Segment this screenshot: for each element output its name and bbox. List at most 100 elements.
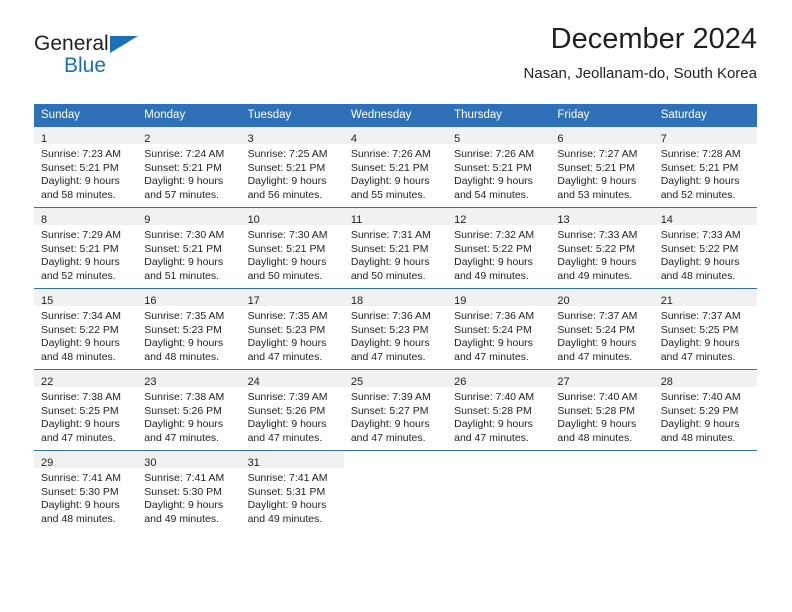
daylight-text-line2: and 47 minutes. <box>454 350 529 363</box>
sunset-text: Sunset: 5:21 PM <box>247 242 326 255</box>
sunrise-text: Sunrise: 7:27 AM <box>557 148 638 160</box>
day-number: 2 <box>144 133 151 145</box>
day-number: 19 <box>454 295 467 307</box>
day-details: Sunrise: 7:30 AM Sunset: 5:21 PM Dayligh… <box>137 225 240 283</box>
column-header-sunday: Sunday <box>34 104 138 127</box>
calendar-week-row: 15 Sunrise: 7:34 AM Sunset: 5:22 PM Dayl… <box>34 288 757 370</box>
page-subtitle: Nasan, Jeollanam-do, South Korea <box>523 65 757 82</box>
day-cell[interactable]: 28 Sunrise: 7:40 AM Sunset: 5:29 PM Dayl… <box>653 369 757 451</box>
generalblue-logo[interactable]: General Blue <box>34 32 214 88</box>
sunset-text: Sunset: 5:28 PM <box>454 404 532 417</box>
daylight-text-line1: Daylight: 9 hours <box>350 256 430 269</box>
triangle-icon <box>110 36 138 53</box>
day-number-band: 18 <box>343 289 448 307</box>
day-number-band: 22 <box>34 370 138 388</box>
day-details: Sunrise: 7:41 AM Sunset: 5:30 PM Dayligh… <box>34 468 137 526</box>
daylight-text-line2: and 56 minutes. <box>247 188 323 201</box>
day-cell[interactable]: 2 Sunrise: 7:24 AM Sunset: 5:21 PM Dayli… <box>137 126 241 208</box>
day-number-band: 15 <box>34 289 138 307</box>
day-number: 18 <box>350 295 364 307</box>
title-block: December 2024 Nasan, Jeollanam-do, South… <box>524 22 757 84</box>
day-cell[interactable]: 31 Sunrise: 7:41 AM Sunset: 5:31 PM Dayl… <box>240 450 344 531</box>
daylight-text-line1: Daylight: 9 hours <box>660 175 740 188</box>
sunrise-text: Sunrise: 7:28 AM <box>660 148 741 160</box>
sunrise-text: Sunrise: 7:23 AM <box>41 148 121 160</box>
day-cell[interactable]: 4 Sunrise: 7:26 AM Sunset: 5:21 PM Dayli… <box>343 126 448 208</box>
calendar-week-row: 22 Sunrise: 7:38 AM Sunset: 5:25 PM Dayl… <box>34 369 757 451</box>
day-cell[interactable]: 12 Sunrise: 7:32 AM Sunset: 5:22 PM Dayl… <box>447 207 551 289</box>
sunset-text: Sunset: 5:26 PM <box>144 404 222 417</box>
day-number: 20 <box>557 295 570 307</box>
sunset-text: Sunset: 5:21 PM <box>144 161 222 174</box>
day-number: 15 <box>41 295 54 307</box>
sunset-text: Sunset: 5:21 PM <box>247 161 326 174</box>
day-number-band: 23 <box>137 370 241 388</box>
day-cell[interactable]: 22 Sunrise: 7:38 AM Sunset: 5:25 PM Dayl… <box>34 369 138 451</box>
column-header-friday: Friday <box>550 104 654 127</box>
day-cell[interactable]: 5 Sunrise: 7:26 AM Sunset: 5:21 PM Dayli… <box>447 126 551 208</box>
day-cell[interactable]: 6 Sunrise: 7:27 AM Sunset: 5:21 PM Dayli… <box>550 126 654 208</box>
day-details: Sunrise: 7:37 AM Sunset: 5:25 PM Dayligh… <box>654 306 757 364</box>
column-header-wednesday: Wednesday <box>343 104 448 127</box>
day-cell[interactable]: 18 Sunrise: 7:36 AM Sunset: 5:23 PM Dayl… <box>343 288 448 370</box>
daylight-text-line1: Daylight: 9 hours <box>41 337 120 350</box>
day-number-band: 6 <box>550 127 654 145</box>
daylight-text-line1: Daylight: 9 hours <box>41 175 120 188</box>
day-details: Sunrise: 7:29 AM Sunset: 5:21 PM Dayligh… <box>34 225 137 283</box>
day-number: 10 <box>247 214 260 226</box>
day-details: Sunrise: 7:23 AM Sunset: 5:21 PM Dayligh… <box>34 144 137 202</box>
day-cell[interactable]: 1 Sunrise: 7:23 AM Sunset: 5:21 PM Dayli… <box>34 126 138 208</box>
day-number-band: 28 <box>653 370 757 388</box>
day-details: Sunrise: 7:33 AM Sunset: 5:22 PM Dayligh… <box>550 225 653 283</box>
daylight-text-line2: and 50 minutes. <box>350 269 426 282</box>
day-cell-empty <box>653 450 757 531</box>
day-cell[interactable]: 8 Sunrise: 7:29 AM Sunset: 5:21 PM Dayli… <box>34 207 138 289</box>
day-cell[interactable]: 19 Sunrise: 7:36 AM Sunset: 5:24 PM Dayl… <box>447 288 551 370</box>
day-details: Sunrise: 7:37 AM Sunset: 5:24 PM Dayligh… <box>550 306 653 364</box>
day-cell[interactable]: 20 Sunrise: 7:37 AM Sunset: 5:24 PM Dayl… <box>550 288 654 370</box>
day-cell[interactable]: 9 Sunrise: 7:30 AM Sunset: 5:21 PM Dayli… <box>137 207 241 289</box>
day-cell[interactable]: 29 Sunrise: 7:41 AM Sunset: 5:30 PM Dayl… <box>34 450 138 531</box>
sunset-text: Sunset: 5:31 PM <box>247 485 326 498</box>
sunset-text: Sunset: 5:30 PM <box>41 485 119 498</box>
day-cell[interactable]: 30 Sunrise: 7:41 AM Sunset: 5:30 PM Dayl… <box>137 450 241 531</box>
daylight-text-line1: Daylight: 9 hours <box>350 418 430 431</box>
day-cell[interactable]: 16 Sunrise: 7:35 AM Sunset: 5:23 PM Dayl… <box>137 288 241 370</box>
day-cell[interactable]: 10 Sunrise: 7:30 AM Sunset: 5:21 PM Dayl… <box>240 207 344 289</box>
sunrise-text: Sunrise: 7:34 AM <box>41 310 121 322</box>
day-cell[interactable]: 21 Sunrise: 7:37 AM Sunset: 5:25 PM Dayl… <box>653 288 757 370</box>
day-cell[interactable]: 27 Sunrise: 7:40 AM Sunset: 5:28 PM Dayl… <box>550 369 654 451</box>
day-number-band: 3 <box>240 127 344 145</box>
day-cell[interactable]: 3 Sunrise: 7:25 AM Sunset: 5:21 PM Dayli… <box>240 126 344 208</box>
day-number: 17 <box>247 295 260 307</box>
day-cell[interactable]: 24 Sunrise: 7:39 AM Sunset: 5:26 PM Dayl… <box>240 369 344 451</box>
column-header-monday: Monday <box>137 104 241 127</box>
day-cell[interactable]: 7 Sunrise: 7:28 AM Sunset: 5:21 PM Dayli… <box>653 126 757 208</box>
day-cell[interactable]: 26 Sunrise: 7:40 AM Sunset: 5:28 PM Dayl… <box>447 369 551 451</box>
day-cell[interactable]: 13 Sunrise: 7:33 AM Sunset: 5:22 PM Dayl… <box>550 207 654 289</box>
daylight-text-line1: Daylight: 9 hours <box>557 418 637 431</box>
daylight-text-line1: Daylight: 9 hours <box>557 256 637 269</box>
day-cell[interactable]: 14 Sunrise: 7:33 AM Sunset: 5:22 PM Dayl… <box>653 207 757 289</box>
day-details: Sunrise: 7:39 AM Sunset: 5:26 PM Dayligh… <box>241 387 344 445</box>
day-number-band: 25 <box>343 370 448 388</box>
sunset-text: Sunset: 5:24 PM <box>557 323 636 336</box>
sunset-text: Sunset: 5:29 PM <box>660 404 739 417</box>
daylight-text-line1: Daylight: 9 hours <box>660 337 740 350</box>
sunrise-text: Sunrise: 7:32 AM <box>454 229 535 241</box>
sunset-text: Sunset: 5:25 PM <box>660 323 739 336</box>
day-cell[interactable]: 15 Sunrise: 7:34 AM Sunset: 5:22 PM Dayl… <box>34 288 138 370</box>
day-details: Sunrise: 7:33 AM Sunset: 5:22 PM Dayligh… <box>654 225 757 283</box>
day-number: 25 <box>350 376 364 388</box>
sunset-text: Sunset: 5:23 PM <box>247 323 326 336</box>
day-number-band: 29 <box>34 451 138 469</box>
day-cell[interactable]: 11 Sunrise: 7:31 AM Sunset: 5:21 PM Dayl… <box>343 207 448 289</box>
sunrise-text: Sunrise: 7:36 AM <box>350 310 431 322</box>
day-cell[interactable]: 25 Sunrise: 7:39 AM Sunset: 5:27 PM Dayl… <box>343 369 448 451</box>
daylight-text-line2: and 47 minutes. <box>454 431 529 444</box>
day-number-band: 16 <box>137 289 241 307</box>
day-cell[interactable]: 17 Sunrise: 7:35 AM Sunset: 5:23 PM Dayl… <box>240 288 344 370</box>
day-cell[interactable]: 23 Sunrise: 7:38 AM Sunset: 5:26 PM Dayl… <box>137 369 241 451</box>
sunrise-text: Sunrise: 7:35 AM <box>247 310 328 322</box>
day-number: 21 <box>660 295 673 307</box>
